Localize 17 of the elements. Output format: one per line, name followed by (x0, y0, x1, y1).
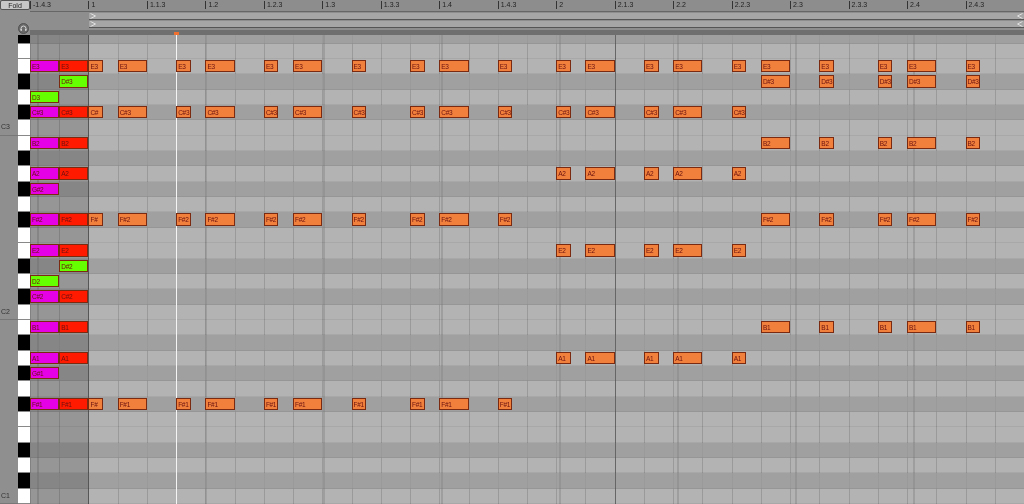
piano-key[interactable] (18, 197, 30, 213)
piano-key[interactable] (18, 212, 30, 228)
piano-key[interactable] (18, 105, 30, 121)
piano-key[interactable] (18, 74, 30, 90)
start-marker-bar[interactable] (88, 21, 1024, 28)
piano-key[interactable] (18, 335, 30, 351)
loop-end-marker-icon[interactable] (1017, 13, 1023, 19)
loop-start-marker-icon[interactable] (89, 13, 96, 19)
playhead-marker[interactable] (174, 32, 180, 35)
end-marker-icon[interactable] (1017, 21, 1023, 27)
headphones-icon[interactable] (18, 23, 29, 34)
start-marker-icon[interactable] (89, 21, 96, 27)
piano-key[interactable] (18, 289, 30, 305)
piano-key[interactable] (18, 59, 30, 75)
piano-key[interactable] (18, 473, 30, 489)
piano-key[interactable] (18, 151, 30, 167)
loop-bar[interactable] (88, 13, 1024, 20)
